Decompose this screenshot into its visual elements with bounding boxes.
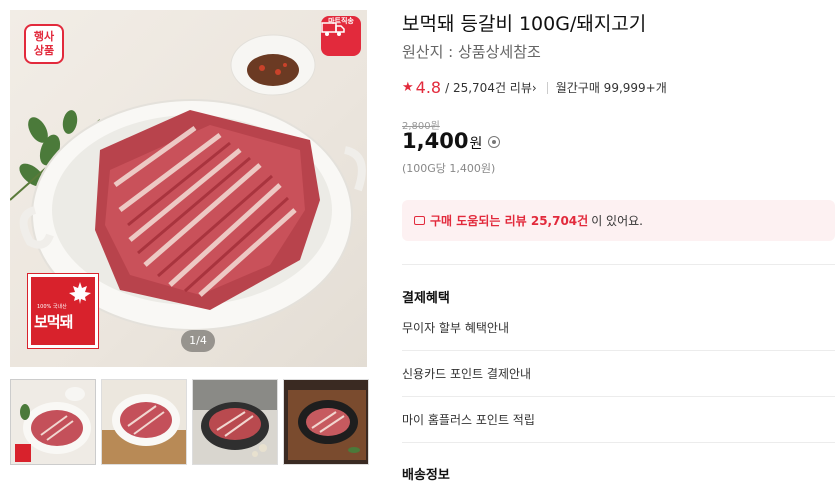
thumbnail-1[interactable] bbox=[10, 379, 96, 465]
brand-tagline: 100% 국내산 bbox=[37, 304, 67, 310]
thumbnail-3[interactable] bbox=[192, 379, 278, 465]
review-count-link[interactable]: / 25,704건 리뷰› bbox=[445, 79, 537, 96]
thumbnail-list bbox=[10, 379, 369, 465]
brand-logo: 100% 국내산 보먹돼 bbox=[27, 273, 99, 349]
sale-price: 1,400 bbox=[402, 129, 469, 153]
review-banner-highlight: 구매 도움되는 리뷰 25,704건 bbox=[430, 214, 589, 228]
price-info-icon[interactable] bbox=[488, 136, 501, 148]
chevron-right-icon: › bbox=[531, 81, 537, 95]
rating-value: 4.8 bbox=[415, 78, 442, 97]
benefit-interest-free[interactable]: 무이자 할부 혜택안내 bbox=[402, 319, 509, 336]
divider bbox=[402, 264, 835, 265]
review-banner-text: 이 있어요. bbox=[591, 214, 643, 228]
speech-bubble-icon bbox=[414, 216, 425, 225]
product-title: 보먹돼 등갈비 100G/돼지고기 bbox=[402, 13, 647, 35]
main-product-image[interactable]: 행사 상품 마트직송 100% 국내산 보먹돼 1/4 bbox=[10, 10, 367, 367]
star-icon: ★ bbox=[402, 80, 414, 95]
image-counter: 1/4 bbox=[181, 330, 215, 352]
review-banner[interactable]: 구매 도움되는 리뷰 25,704건 이 있어요. bbox=[402, 200, 835, 241]
event-badge-line2: 상품 bbox=[33, 44, 55, 57]
divider bbox=[402, 350, 835, 351]
maple-leaf-icon bbox=[69, 282, 91, 304]
price-currency: 원 bbox=[469, 136, 483, 152]
thumbnail-4[interactable] bbox=[283, 379, 369, 465]
price-row: 1,400 원 bbox=[402, 129, 501, 153]
mart-delivery-badge: 마트직송 bbox=[321, 16, 361, 56]
divider bbox=[402, 396, 835, 397]
unit-price: (100G당 1,400원) bbox=[402, 162, 496, 175]
payment-benefits-title: 결제혜택 bbox=[402, 291, 450, 306]
divider bbox=[546, 81, 548, 94]
brand-name: 보먹돼 bbox=[34, 313, 73, 331]
shipping-info-title: 배송정보 bbox=[402, 468, 450, 483]
product-origin: 원산지 : 상품상세참조 bbox=[402, 43, 541, 61]
benefit-homeplus-points[interactable]: 마이 홈플러스 포인트 적립 bbox=[402, 411, 535, 428]
monthly-purchases: 월간구매 99,999+개 bbox=[555, 81, 667, 95]
event-badge-line1: 행사 bbox=[33, 30, 55, 43]
review-count: / 25,704건 리뷰 bbox=[445, 81, 532, 95]
event-product-badge: 행사 상품 bbox=[24, 24, 64, 64]
thumbnail-2[interactable] bbox=[101, 379, 187, 465]
truck-icon bbox=[321, 22, 345, 36]
benefit-card-points[interactable]: 신용카드 포인트 결제안내 bbox=[402, 365, 531, 382]
divider bbox=[402, 442, 835, 443]
rating-row: ★ 4.8 / 25,704건 리뷰› 월간구매 99,999+개 bbox=[402, 78, 667, 97]
